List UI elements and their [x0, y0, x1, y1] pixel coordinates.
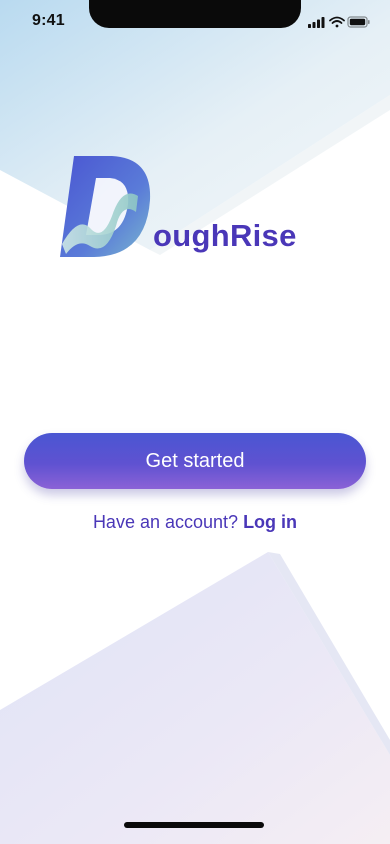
battery-icon	[347, 16, 370, 28]
home-indicator[interactable]	[124, 822, 264, 828]
login-link[interactable]: Log in	[243, 512, 297, 532]
signal-icon	[308, 17, 325, 28]
wifi-icon	[329, 16, 345, 28]
background-bottom-decoration	[0, 552, 390, 844]
account-prompt-text: Have an account?	[92, 512, 239, 532]
app-logo: oughRise	[60, 156, 300, 266]
login-prompt: Have an account? Log in	[0, 512, 390, 533]
status-time: 9:41	[32, 12, 65, 29]
brand-name: oughRise	[153, 218, 297, 253]
logo-d-emblem-icon	[60, 156, 151, 257]
status-bar: 9:41	[0, 0, 390, 47]
get-started-button[interactable]: Get started	[24, 433, 366, 489]
device-notch	[89, 0, 301, 28]
status-icons	[308, 16, 370, 28]
